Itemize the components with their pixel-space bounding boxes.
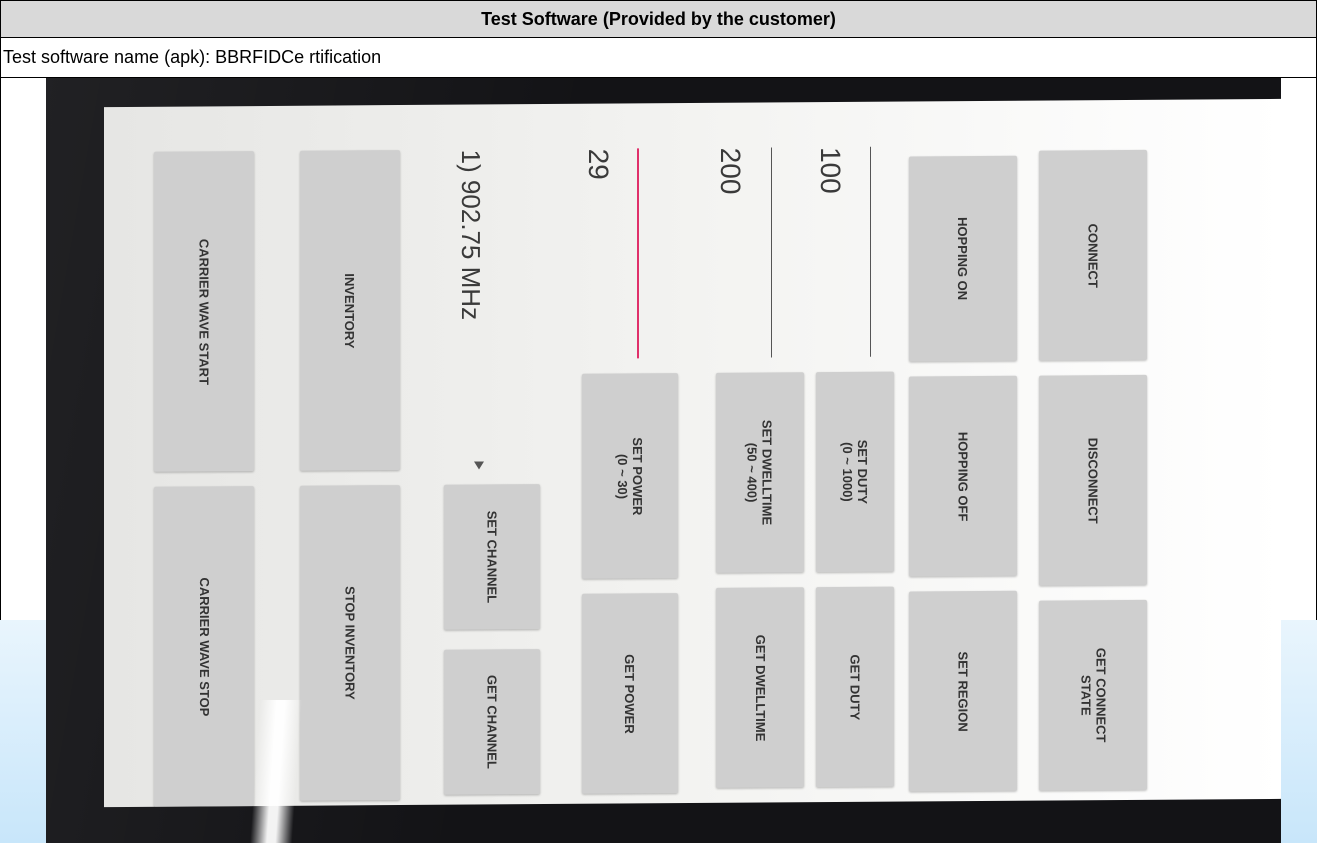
- dwelltime-value: 200: [715, 147, 746, 195]
- hopping-on-button[interactable]: HOPPING ON: [909, 155, 1017, 362]
- get-channel-button[interactable]: GET CHANNEL: [444, 649, 540, 795]
- carrier-wave-start-label: CARRIER WAVE START: [196, 238, 212, 385]
- device-photo: CONNECT DISCONNECT GET CONNECT STATE HOP…: [46, 78, 1281, 843]
- get-dwelltime-label: GET DWELLTIME: [752, 634, 768, 741]
- duty-input[interactable]: 100: [815, 146, 871, 357]
- set-dwelltime-button[interactable]: SET DWELLTIME (50 ~ 400): [716, 372, 804, 573]
- get-connect-state-button[interactable]: GET CONNECT STATE: [1039, 599, 1147, 791]
- hopping-off-button[interactable]: HOPPING OFF: [909, 375, 1017, 577]
- watermark-right: [1281, 620, 1317, 843]
- inventory-label: INVENTORY: [342, 272, 358, 349]
- software-name-row: Test software name (apk): BBRFIDCe rtifi…: [1, 37, 1316, 78]
- dwelltime-input[interactable]: 200: [715, 147, 772, 358]
- get-connect-state-label: GET CONNECT STATE: [1078, 647, 1108, 743]
- set-region-button[interactable]: SET REGION: [909, 590, 1017, 792]
- table-header: Test Software (Provided by the customer): [1, 1, 1316, 38]
- hopping-off-label: HOPPING OFF: [955, 431, 971, 521]
- disconnect-button-label: DISCONNECT: [1085, 437, 1101, 524]
- power-value: 29: [583, 148, 614, 180]
- set-power-label: SET POWER (0 ~ 30): [614, 436, 645, 515]
- disconnect-button[interactable]: DISCONNECT: [1039, 374, 1147, 586]
- set-channel-button[interactable]: SET CHANNEL: [444, 484, 540, 630]
- carrier-wave-stop-label: CARRIER WAVE STOP: [196, 576, 212, 716]
- hopping-on-label: HOPPING ON: [955, 217, 971, 301]
- inventory-button[interactable]: INVENTORY: [300, 150, 400, 471]
- carrier-wave-stop-button[interactable]: CARRIER WAVE STOP: [154, 486, 254, 807]
- connect-button-label: CONNECT: [1085, 223, 1101, 288]
- duty-value: 100: [815, 146, 846, 194]
- connect-button[interactable]: CONNECT: [1039, 149, 1147, 361]
- duty-underline: [870, 146, 871, 357]
- power-input[interactable]: 29: [583, 148, 639, 359]
- stop-inventory-button[interactable]: STOP INVENTORY: [300, 485, 400, 801]
- get-dwelltime-button[interactable]: GET DWELLTIME: [716, 587, 804, 788]
- get-duty-button[interactable]: GET DUTY: [816, 586, 894, 788]
- set-dwelltime-label: SET DWELLTIME (50 ~ 400): [745, 419, 776, 526]
- stop-inventory-label: STOP INVENTORY: [342, 586, 358, 700]
- get-duty-label: GET DUTY: [847, 653, 863, 720]
- set-duty-label: SET DUTY (0 ~ 1000): [839, 439, 870, 505]
- get-channel-label: GET CHANNEL: [484, 674, 500, 769]
- set-region-label: SET REGION: [955, 650, 971, 732]
- set-duty-button[interactable]: SET DUTY (0 ~ 1000): [816, 371, 894, 573]
- dwelltime-underline: [771, 147, 772, 358]
- get-power-label: GET POWER: [622, 653, 638, 734]
- channel-spinner-value: 1) 902.75 MHz: [456, 149, 486, 321]
- channel-spinner[interactable]: 1) 902.75 MHz: [454, 149, 514, 479]
- power-underline: [637, 148, 639, 359]
- set-channel-label: SET CHANNEL: [484, 510, 500, 604]
- chevron-down-icon: [474, 461, 484, 470]
- watermark-left: [0, 620, 46, 843]
- get-power-button[interactable]: GET POWER: [582, 593, 678, 794]
- carrier-wave-start-button[interactable]: CARRIER WAVE START: [154, 151, 254, 472]
- set-power-button[interactable]: SET POWER (0 ~ 30): [582, 373, 678, 579]
